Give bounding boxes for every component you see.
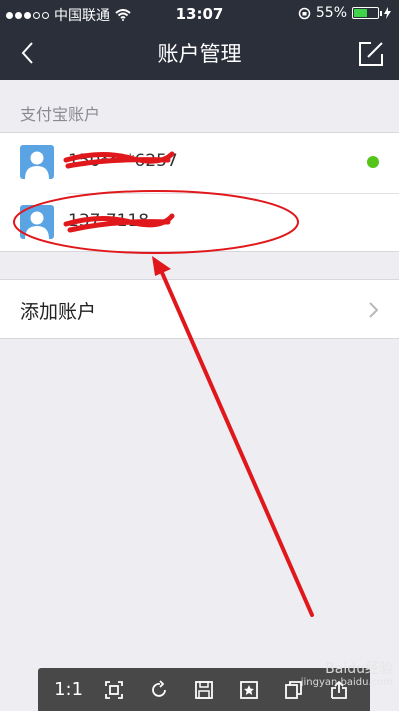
- section-header: 支付宝账户: [20, 105, 101, 124]
- battery-icon: [352, 7, 382, 19]
- battery-level: [354, 9, 367, 17]
- account-row[interactable]: 137 7118: [0, 193, 399, 253]
- account-list: 150****6257 137 7118: [0, 132, 399, 252]
- arrow-head: [152, 256, 171, 276]
- account-label: 150****6257: [68, 151, 178, 171]
- watermark: Baidu经验 jingyan.baidu.com: [300, 661, 393, 689]
- charging-icon: [384, 7, 391, 19]
- status-bar: 中国联通 13:07 55%: [0, 0, 399, 28]
- fit-screen-icon: [104, 680, 123, 699]
- actual-size-button[interactable]: 1:1: [54, 676, 83, 704]
- chevron-right-icon: [369, 302, 379, 318]
- fit-screen-button[interactable]: [100, 676, 128, 704]
- active-status-dot: [367, 156, 379, 168]
- status-right: 55%: [298, 5, 391, 21]
- rotate-icon: [151, 679, 166, 697]
- save-icon: [195, 680, 213, 699]
- bookmark-icon: [240, 680, 259, 699]
- watermark-url: jingyan.baidu.com: [300, 677, 393, 688]
- orientation-lock-icon: [298, 7, 311, 19]
- edit-icon: [359, 42, 383, 66]
- battery-percent: 55%: [315, 5, 347, 21]
- bookmark-button[interactable]: [235, 676, 263, 704]
- account-row[interactable]: 150****6257: [0, 133, 399, 193]
- add-account-button[interactable]: 添加账户: [0, 279, 399, 339]
- watermark-title: Baidu经验: [325, 661, 393, 677]
- navigation-bar: 账户管理: [0, 28, 399, 80]
- edit-button[interactable]: [357, 40, 385, 68]
- page-title: 账户管理: [157, 42, 242, 66]
- save-button[interactable]: [190, 676, 218, 704]
- top-bar: 中国联通 13:07 55% 账户管理: [0, 0, 399, 80]
- user-avatar-icon: [20, 205, 54, 239]
- user-avatar-icon: [20, 145, 54, 179]
- add-account-label: 添加账户: [20, 301, 97, 323]
- account-label: 137 7118: [68, 211, 150, 231]
- rotate-button[interactable]: [145, 676, 173, 704]
